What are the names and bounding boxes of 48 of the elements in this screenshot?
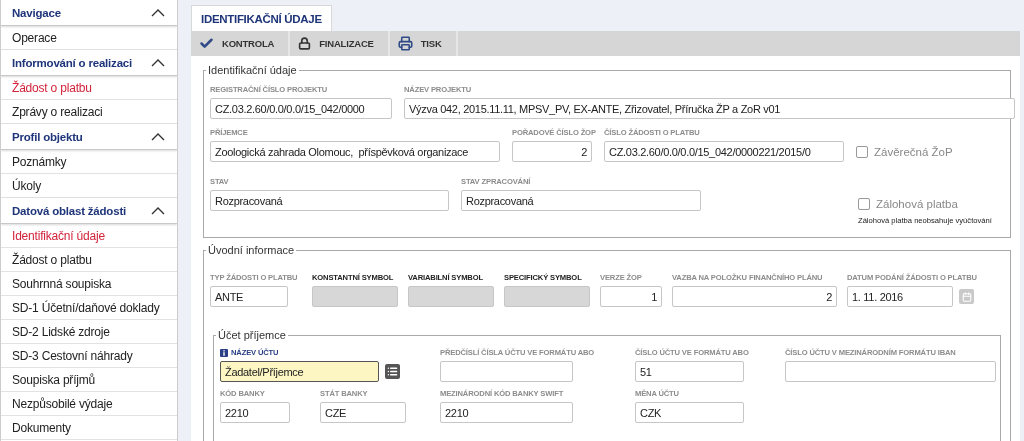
nav-item[interactable]: SD-3 Cestovní náhrady <box>1 344 177 368</box>
printer-icon <box>397 36 413 51</box>
input-field[interactable]: CZ.03.2.60/0.0/0.0/15_042/0000221/2015/0 <box>604 141 844 162</box>
tab[interactable]: IDENTIFIKAČNÍ ÚDAJE <box>191 5 332 31</box>
input-field[interactable]: CZE <box>320 402 406 423</box>
calendar-icon[interactable] <box>959 289 974 304</box>
input-field[interactable]: Žadatel/Příjemce <box>220 361 379 382</box>
input-field[interactable]: 2 <box>512 141 592 162</box>
nav-item[interactable]: Žádost o platbu <box>1 76 177 100</box>
checkbox-label[interactable]: Zálohová platba <box>876 197 958 210</box>
input-field[interactable]: Zoologická zahrada Olomouc, příspěvková organizace <box>210 141 500 162</box>
nav-section-header[interactable]: Informování o realizaci <box>1 50 177 76</box>
input-field[interactable]: 51 <box>635 361 744 382</box>
input-field[interactable] <box>785 361 996 382</box>
nav-item[interactable]: Poznámky <box>1 150 177 174</box>
input-field[interactable] <box>440 361 573 382</box>
checkbox[interactable] <box>856 145 868 158</box>
info-icon <box>220 348 228 357</box>
input-field[interactable]: ANTE <box>210 286 288 307</box>
input-field[interactable]: Rozpracovaná <box>461 190 701 211</box>
list-icon[interactable] <box>385 364 400 379</box>
nav-item[interactable]: Identifikační údaje <box>1 224 177 248</box>
input-field[interactable]: CZ.03.2.60/0.0/0.0/15_042/0000 <box>210 98 392 119</box>
lock-icon <box>298 37 312 50</box>
fieldset-legend: Účet příjemce <box>216 329 288 341</box>
nav-item[interactable]: SD-1 Účetní/daňové doklady <box>1 296 177 320</box>
input-field[interactable]: 1. 11. 2016 <box>847 286 953 307</box>
checkmark-icon <box>199 36 214 51</box>
input-field[interactable]: 2210 <box>220 402 290 423</box>
nav-section-header[interactable]: Navigace <box>1 0 177 26</box>
nav-item[interactable]: Žádost o platbu <box>1 248 177 272</box>
input-field[interactable]: Výzva 042, 2015.11.11, MPSV_PV, EX-ANTE, Zřizovatel, Příručka ŽP a ZoR v01 <box>404 98 1015 119</box>
nav-item[interactable]: Dokumenty <box>1 416 177 440</box>
fieldset-legend: Identifikační údaje <box>206 64 299 76</box>
input-field[interactable]: 2210 <box>440 402 573 423</box>
fieldset-legend: Úvodní informace <box>206 244 297 256</box>
nav-item[interactable]: Souhrnná soupiska <box>1 272 177 296</box>
input-field[interactable]: Rozpracovaná <box>210 190 449 211</box>
input-field[interactable]: 1 <box>600 286 662 307</box>
checkbox-label[interactable]: Závěrečná ŽoP <box>874 145 953 158</box>
input-field[interactable]: 2 <box>672 286 837 307</box>
nav-section-header[interactable]: Datová oblast žádosti <box>1 198 177 224</box>
nav-item[interactable]: Nezpůsobilé výdaje <box>1 392 177 416</box>
nav-section-header[interactable]: Profil objektu <box>1 124 177 150</box>
nav-item[interactable]: Soupiska příjmů <box>1 368 177 392</box>
checkbox[interactable] <box>858 197 870 210</box>
input-field[interactable]: CZK <box>635 402 744 423</box>
nav-item[interactable]: SD-2 Lidské zdroje <box>1 320 177 344</box>
